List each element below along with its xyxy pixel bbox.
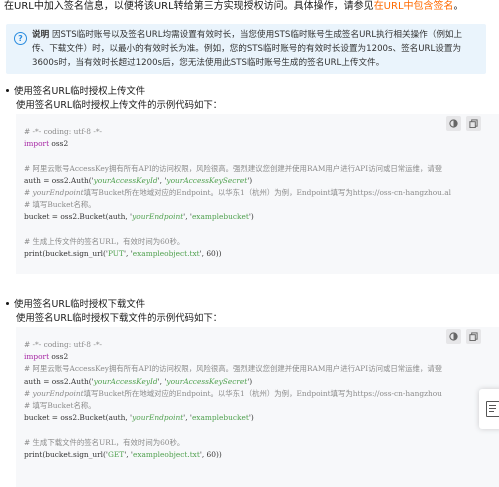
- code-string: yourEndpoint: [132, 212, 184, 222]
- code-keyword: import: [24, 352, 50, 362]
- code-text: ', 60)): [199, 249, 222, 259]
- code-text: ', ': [124, 449, 133, 459]
- theme-toggle-icon: [449, 119, 458, 128]
- bullet-dot: [6, 302, 9, 305]
- code-line: # 阿里云账号AccessKey拥有所有API的访问权限，风险很高。强烈建议您创…: [24, 364, 443, 374]
- theme-toggle-button[interactable]: [446, 329, 461, 344]
- copy-icon: [469, 332, 478, 341]
- upload-bullet: 使用签名URL临时授权上传文件: [6, 86, 145, 98]
- note-box: ? 说明 因STS临时账号以及签名URL均需设置有效时长，当您使用STS临时账号…: [6, 24, 486, 74]
- code-text: print(bucket.sign_url(': [24, 249, 108, 259]
- download-intro: 使用签名URL临时授权下载文件的示例代码如下：: [16, 313, 223, 324]
- code-text: bucket = oss2.Bucket(auth, ': [24, 212, 133, 222]
- note-label: 说明: [32, 30, 50, 40]
- code-string: exampleobject.txt: [132, 249, 200, 259]
- theme-toggle-icon: [449, 332, 458, 341]
- code-text: '): [247, 175, 253, 185]
- note-line-2: 传、下载文件）时，以最小的有效时长为准。例如，您的STS临时账号的有效时长设置为…: [32, 44, 462, 54]
- code-text: '): [247, 376, 253, 386]
- download-code-block: # -*- coding: utf-8 -*- import oss2 # 阿里…: [16, 327, 499, 487]
- intro-text-end: 。: [453, 1, 464, 12]
- code-text: ', ': [183, 212, 192, 222]
- note-line-3: 3600s时，当有效时长超过1200s后，您无法使用此STS临时账号生成的签名U…: [32, 58, 385, 68]
- download-bullet-text: 使用签名URL临时授权下载文件: [14, 299, 146, 310]
- upload-intro: 使用签名URL临时授权上传文件的示例代码如下：: [16, 100, 223, 111]
- code-text: print(bucket.sign_url(': [24, 449, 108, 459]
- note-line-1: 因STS临时账号以及签名URL均需设置有效时长，当您使用STS临时账号生成签名U…: [51, 30, 463, 40]
- code-line: oss2: [49, 139, 69, 149]
- code-string: examplebucket: [191, 413, 249, 423]
- code-text: auth = oss2.Auth(': [24, 376, 94, 386]
- download-bullet: 使用签名URL临时授权下载文件: [6, 299, 145, 311]
- code-line: # 阿里云账号AccessKey拥有所有API的访问权限，风险很高。强烈建议您创…: [24, 163, 443, 173]
- code-string: yourAccessKeyId: [93, 175, 158, 185]
- code-keyword: import: [24, 139, 50, 149]
- intro-paragraph: 在URL中加入签名信息，以便将该URL转给第三方实现授权访问。具体操作，请参见在…: [4, 0, 499, 14]
- copy-button[interactable]: [466, 116, 481, 131]
- code-text: ', 60)): [199, 449, 222, 459]
- code-string: GET: [107, 449, 125, 459]
- code-string: exampleobject.txt: [132, 449, 200, 459]
- code-text: '): [248, 212, 254, 222]
- code-comment: 填写Bucket所在地域对应的Endpoint。以华东1（杭州）为例，Endpo…: [83, 388, 442, 398]
- signed-url-link[interactable]: 在URL中包含签名: [374, 1, 454, 12]
- code-line: # 生成下载文件的签名URL，有效时间为60秒。: [24, 437, 185, 447]
- code-string: yourEndpoint: [132, 413, 184, 423]
- code-comment: #: [24, 388, 33, 398]
- document-feedback-button[interactable]: [479, 389, 499, 429]
- code-comment: 填写Bucket所在地域对应的Endpoint。以华东1（杭州）为例，Endpo…: [83, 188, 452, 198]
- upload-code: # -*- coding: utf-8 -*- import oss2 # 阿里…: [24, 126, 499, 260]
- code-comment: yourEndpoint: [32, 388, 84, 398]
- document-feedback-icon: [486, 401, 499, 417]
- code-text: bucket = oss2.Bucket(auth, ': [24, 413, 133, 423]
- code-text: ', ': [123, 249, 133, 259]
- code-text: auth = oss2.Auth(': [24, 175, 94, 185]
- intro-text: 在URL中加入签名信息，以便将该URL转给第三方实现授权访问。具体操作，请参见: [4, 1, 374, 12]
- code-line: # 填写Bucket名称。: [24, 200, 96, 210]
- code-string: yourAccessKeySecret: [166, 376, 248, 386]
- code-line: # -*- coding: utf-8 -*-: [24, 127, 103, 136]
- download-code: # -*- coding: utf-8 -*- import oss2 # 阿里…: [24, 339, 499, 461]
- upload-bullet-text: 使用签名URL临时授权上传文件: [14, 86, 146, 97]
- upload-code-block: # -*- coding: utf-8 -*- import oss2 # 阿里…: [16, 114, 499, 274]
- code-string: yourAccessKeySecret: [166, 175, 248, 185]
- code-text: ', ': [183, 413, 192, 423]
- theme-toggle-button[interactable]: [446, 116, 461, 131]
- code-string: examplebucket: [191, 212, 249, 222]
- copy-button[interactable]: [466, 329, 481, 344]
- code-comment: #: [24, 188, 33, 198]
- code-line: # -*- coding: utf-8 -*-: [24, 340, 103, 349]
- code-text: '): [248, 413, 254, 423]
- code-string: PUT: [107, 249, 124, 259]
- copy-icon: [469, 119, 478, 128]
- code-string: yourAccessKeyId: [93, 376, 158, 386]
- code-line: # 生成上传文件的签名URL，有效时间为60秒。: [24, 236, 185, 246]
- info-icon: ?: [14, 32, 27, 45]
- bullet-dot: [6, 89, 9, 92]
- code-comment: yourEndpoint: [32, 188, 84, 198]
- code-line: oss2: [49, 352, 69, 362]
- note-text: 说明 因STS临时账号以及签名URL均需设置有效时长，当您使用STS临时账号生成…: [32, 28, 482, 70]
- code-line: # 填写Bucket名称。: [24, 401, 96, 411]
